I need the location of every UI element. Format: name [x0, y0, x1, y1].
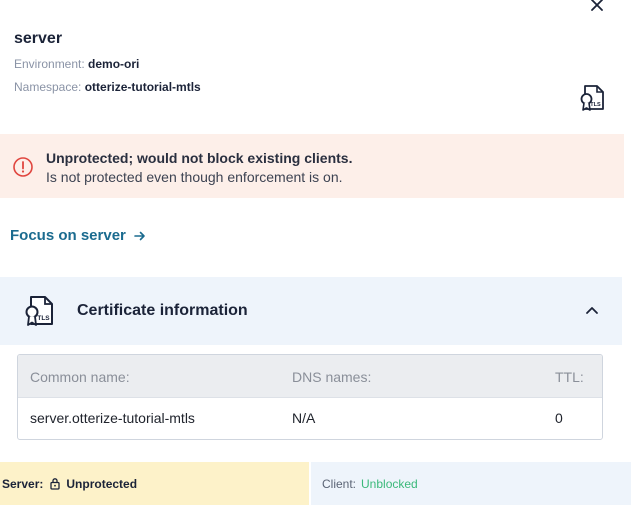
column-dns-names: DNS names: — [292, 369, 372, 385]
tls-certificate-icon: TLS — [25, 296, 53, 326]
alert-title: Unprotected; would not block existing cl… — [46, 150, 353, 166]
close-icon — [591, 0, 603, 11]
namespace-label: Namespace: — [14, 80, 82, 94]
certificate-table: Common name: DNS names: TTL: server.otte… — [17, 354, 603, 440]
focus-link-label: Focus on server — [10, 227, 126, 244]
tls-certificate-icon: TLS — [580, 85, 604, 111]
cell-common-name: server.otterize-tutorial-mtls — [30, 410, 195, 426]
namespace-value: otterize-tutorial-mtls — [84, 80, 201, 94]
chevron-up-icon[interactable] — [584, 303, 600, 317]
certificate-information-header[interactable]: TLS Certificate information — [0, 277, 622, 346]
status-bar: Server: Unprotected Client: Unblocked — [0, 462, 631, 505]
server-status: Server: Unprotected — [0, 462, 309, 505]
environment-row: Environment: demo-ori — [14, 57, 139, 71]
client-status-value: Unblocked — [361, 476, 418, 491]
table-header: Common name: DNS names: TTL: — [18, 355, 602, 398]
certificate-information-body: Common name: DNS names: TTL: server.otte… — [0, 345, 622, 445]
cell-dns-names: N/A — [292, 410, 316, 426]
namespace-row: Namespace: otterize-tutorial-mtls — [14, 80, 201, 94]
client-status-label: Client: — [322, 476, 357, 491]
close-button[interactable] — [586, 0, 608, 16]
alert-circle-icon — [13, 157, 33, 177]
arrow-right-icon — [134, 231, 145, 240]
server-status-value: Unprotected — [66, 476, 138, 491]
svg-text:TLS: TLS — [590, 102, 601, 108]
alert-description: Is not protected even though enforcement… — [46, 169, 343, 185]
panel-title: server — [14, 30, 63, 47]
column-ttl: TTL: — [555, 369, 584, 385]
server-status-label: Server: — [2, 476, 44, 491]
cell-ttl: 0 — [555, 410, 563, 426]
column-common-name: Common name: — [30, 369, 130, 385]
client-status: Client: Unblocked — [311, 462, 631, 505]
unprotected-alert: Unprotected; would not block existing cl… — [0, 134, 624, 198]
certificate-information-title: Certificate information — [77, 302, 248, 319]
environment-label: Environment: — [14, 57, 85, 71]
environment-value: demo-ori — [88, 57, 140, 71]
svg-text:TLS: TLS — [37, 315, 50, 322]
lock-icon — [49, 477, 61, 490]
focus-on-server-link[interactable]: Focus on server — [10, 227, 146, 244]
